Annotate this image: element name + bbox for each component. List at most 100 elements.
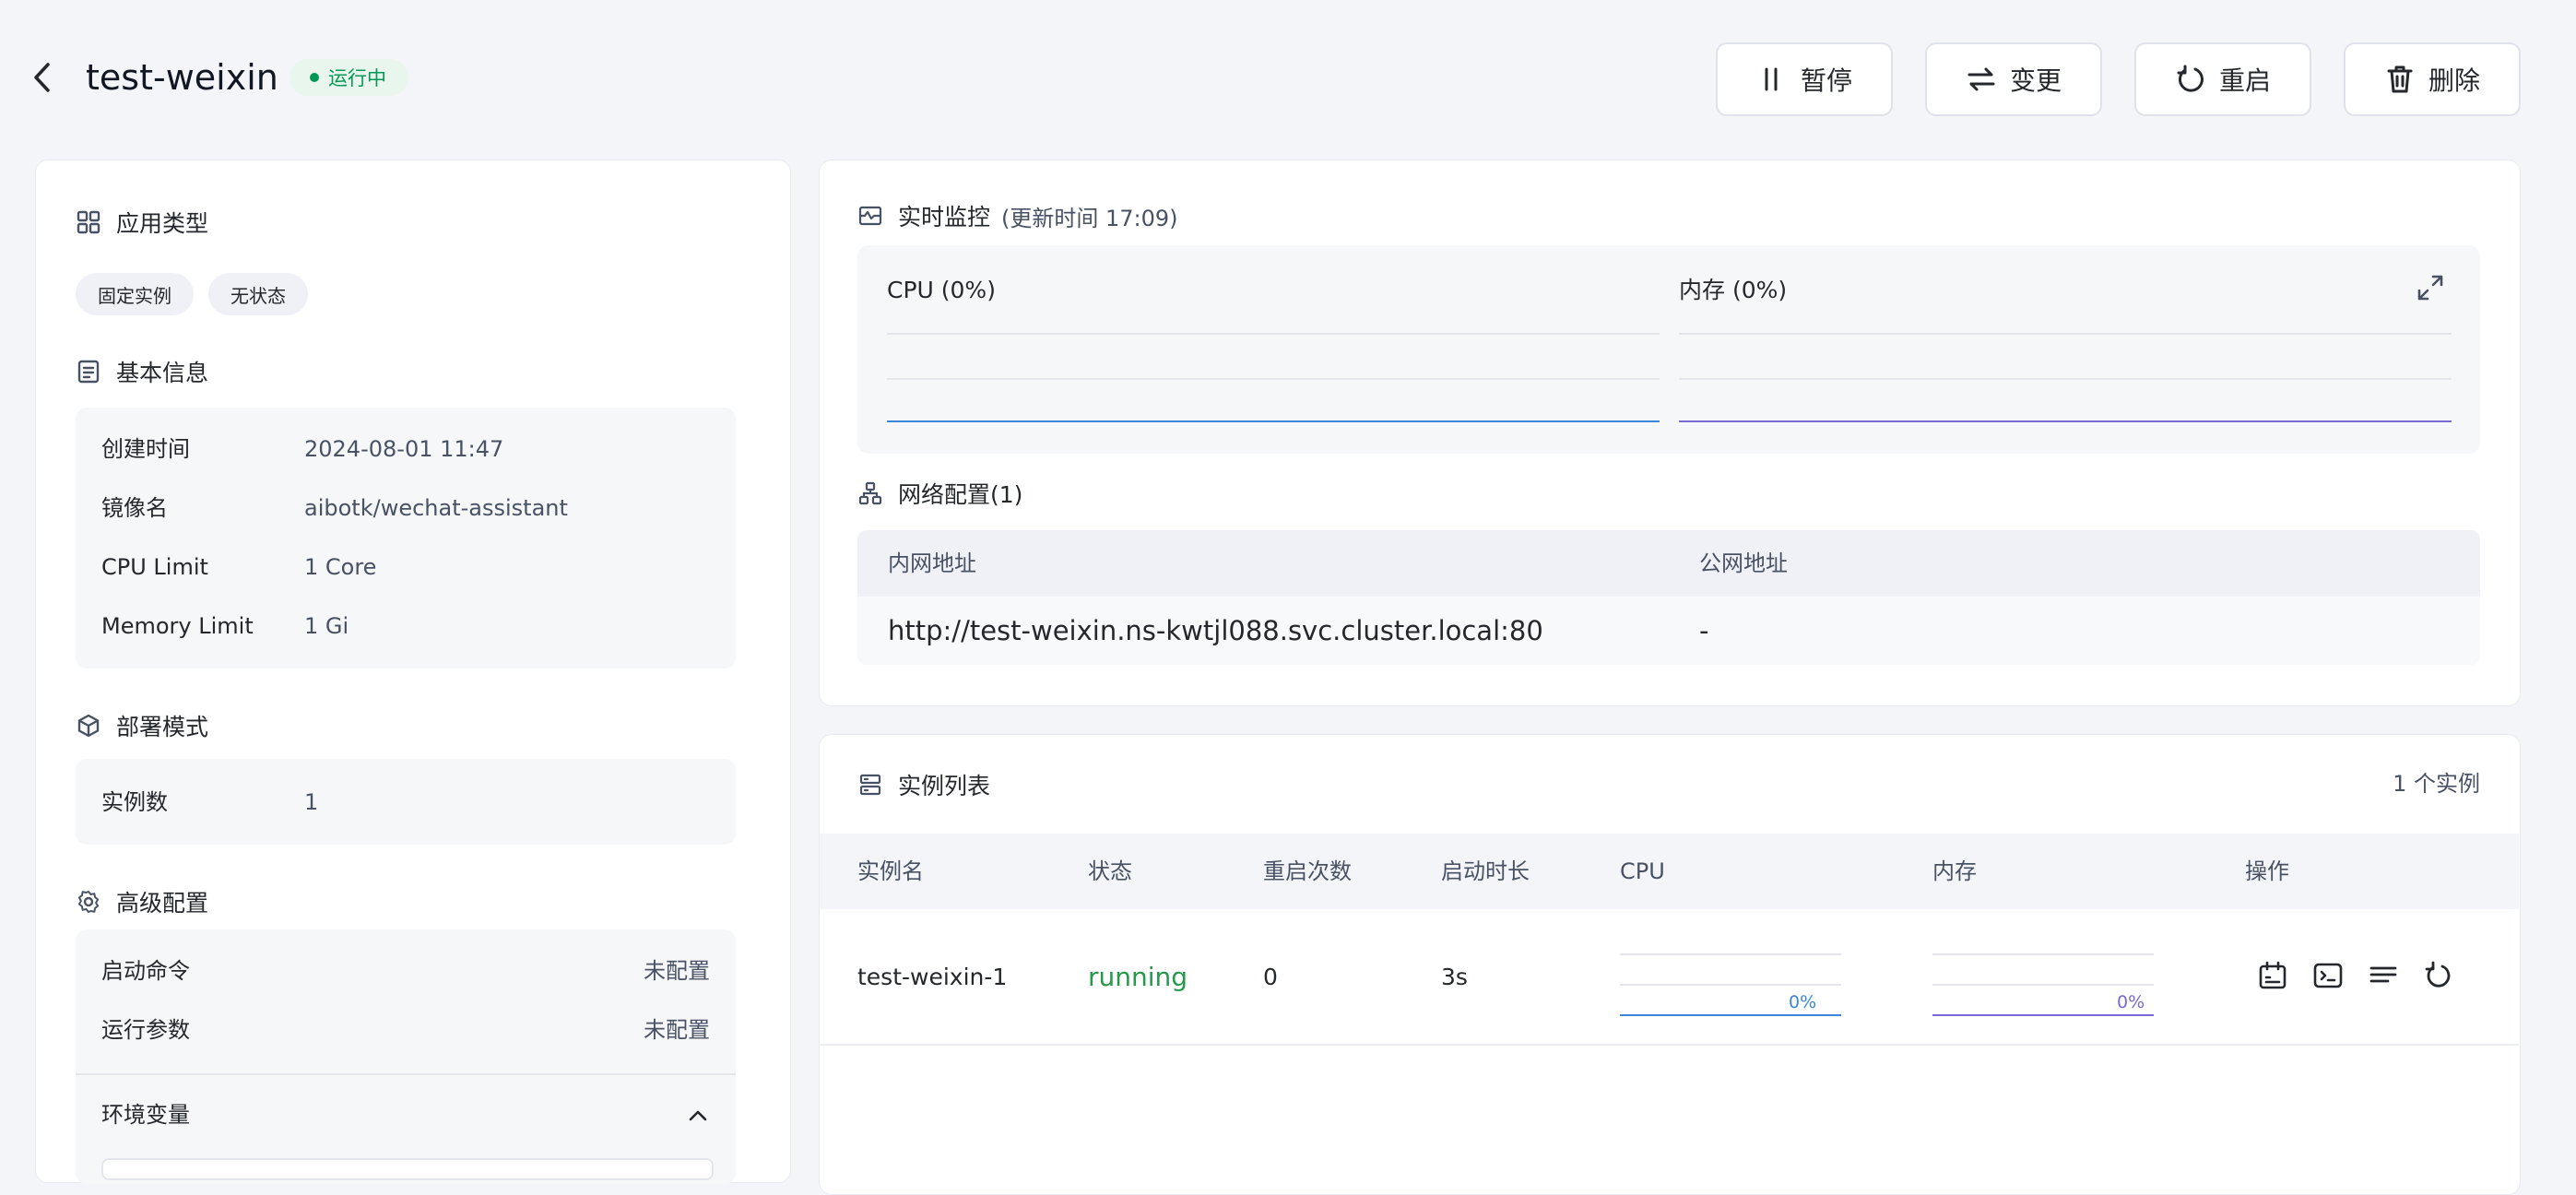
chevron-left-icon (34, 63, 50, 92)
env-vars-editor[interactable] (101, 1158, 714, 1180)
chevron-up-icon (689, 1110, 707, 1121)
col-instance-name: 实例名 (857, 858, 924, 884)
instance-status: running (1088, 962, 1188, 992)
monitor-label: 实时监控 (898, 204, 991, 231)
memory-mini-value: 0% (2117, 992, 2145, 1012)
change-label: 变更 (2009, 65, 2062, 96)
run-args-value: 未配置 (644, 1017, 710, 1043)
cpu-limit-value: 1 Core (304, 554, 377, 580)
instance-count: 1 个实例 (2393, 771, 2480, 797)
network-title: 网络配置(1) (857, 477, 1022, 510)
image-name-key: 镜像名 (101, 495, 168, 521)
memory-gridline (1679, 333, 2452, 335)
instance-list-label: 实例列表 (898, 773, 991, 799)
expand-icon[interactable] (2416, 273, 2445, 302)
public-address: - (1699, 615, 1709, 646)
run-args-key: 运行参数 (101, 1017, 190, 1043)
app-type-title: 应用类型 (76, 206, 208, 239)
cpu-mini-series-line (1620, 1014, 1841, 1016)
grid-icon (77, 210, 100, 234)
memory-gridline (1679, 378, 2452, 380)
cpu-chart-label: CPU (0%) (887, 277, 996, 303)
internal-address[interactable]: http://test-weixin.ns-kwtjl088.svc.clust… (888, 613, 1543, 648)
restart-instance-button[interactable] (2421, 958, 2456, 993)
image-name-value: aibotk/wechat-assistant (304, 495, 568, 521)
status-badge: 运行中 (290, 59, 408, 96)
network-table-header (857, 530, 2480, 597)
delete-label: 删除 (2428, 65, 2480, 96)
created-time-value: 2024-08-01 11:47 (304, 436, 504, 462)
advanced-divider (76, 1073, 736, 1075)
advanced-title: 高级配置 (76, 885, 208, 918)
instance-list-title: 实例列表 (857, 768, 990, 801)
advanced-label: 高级配置 (116, 890, 209, 917)
status-badge-label: 运行中 (328, 67, 386, 89)
basic-info-label: 基本信息 (116, 360, 209, 386)
restart-icon (2177, 65, 2204, 92)
memory-mini-series-line (1932, 1014, 2154, 1016)
col-actions: 操作 (2245, 858, 2289, 884)
monitor-instance-button[interactable] (2255, 958, 2290, 993)
cpu-mini-gridline (1620, 984, 1841, 986)
pause-label: 暂停 (1800, 65, 1852, 96)
monitor-box (857, 245, 2480, 454)
network-col-internal: 内网地址 (888, 550, 976, 576)
env-vars-toggle[interactable]: 环境变量 (76, 1077, 736, 1160)
cube-icon (77, 714, 100, 738)
logs-icon (2369, 966, 2397, 983)
monitor-title: 实时监控 (更新时间 17:09) (857, 199, 1178, 232)
memory-mini-gridline (1932, 953, 2154, 955)
start-command-key: 启动命令 (101, 958, 190, 984)
cpu-mini-gridline (1620, 953, 1841, 955)
server-icon (859, 774, 881, 796)
env-vars-label: 环境变量 (101, 1102, 190, 1128)
page-title: test-weixin (86, 57, 278, 98)
memory-series-line (1679, 420, 2452, 422)
restart-label: 重启 (2218, 65, 2271, 96)
memory-chart-label: 内存 (0%) (1679, 277, 1788, 303)
tag-stateless: 无状态 (208, 273, 308, 315)
delete-button[interactable]: 删除 (2344, 42, 2521, 116)
tag-fixed-instance: 固定实例 (76, 273, 194, 315)
terminal-button[interactable] (2310, 958, 2346, 993)
network-col-public: 公网地址 (1699, 550, 1788, 576)
app-type-label: 应用类型 (116, 210, 209, 237)
cpu-series-line (887, 420, 1660, 422)
change-button[interactable]: 变更 (1925, 42, 2102, 116)
pause-button[interactable]: 暂停 (1716, 42, 1893, 116)
restart-icon (2425, 961, 2451, 988)
col-status: 状态 (1088, 858, 1132, 884)
pause-icon (1765, 67, 1778, 91)
gear-icon (77, 891, 100, 913)
status-dot-icon (310, 73, 319, 82)
start-command-value: 未配置 (644, 958, 710, 984)
instance-name: test-weixin-1 (857, 964, 1008, 990)
deploy-mode-title: 部署模式 (76, 709, 208, 742)
memory-limit-value: 1 Gi (304, 613, 349, 639)
monitor-update-time: (更新时间 17:09) (1001, 205, 1178, 231)
deploy-mode-label: 部署模式 (116, 714, 209, 740)
memory-limit-key: Memory Limit (101, 613, 254, 639)
terminal-icon (2313, 963, 2343, 988)
calendar-chart-icon (2259, 961, 2286, 989)
network-icon (858, 481, 882, 505)
cpu-limit-key: CPU Limit (101, 554, 208, 580)
swap-icon (1967, 67, 1995, 91)
restart-button[interactable]: 重启 (2134, 42, 2311, 116)
replicas-value: 1 (304, 789, 319, 815)
col-cpu: CPU (1620, 858, 1665, 884)
trash-icon (2387, 65, 2413, 93)
instance-uptime: 3s (1441, 964, 1468, 990)
memory-mini-gridline (1932, 984, 2154, 986)
network-label: 网络配置(1) (898, 481, 1023, 508)
monitor-chart-icon (858, 206, 882, 226)
deploy-mode-box (76, 759, 736, 845)
back-button[interactable] (24, 59, 61, 96)
cpu-mini-value: 0% (1789, 992, 1817, 1012)
col-restarts: 重启次数 (1263, 858, 1352, 884)
basic-info-title: 基本信息 (76, 355, 208, 388)
cpu-gridline (887, 378, 1660, 380)
logs-button[interactable] (2366, 958, 2401, 993)
created-time-key: 创建时间 (101, 436, 190, 462)
document-icon (77, 360, 100, 384)
